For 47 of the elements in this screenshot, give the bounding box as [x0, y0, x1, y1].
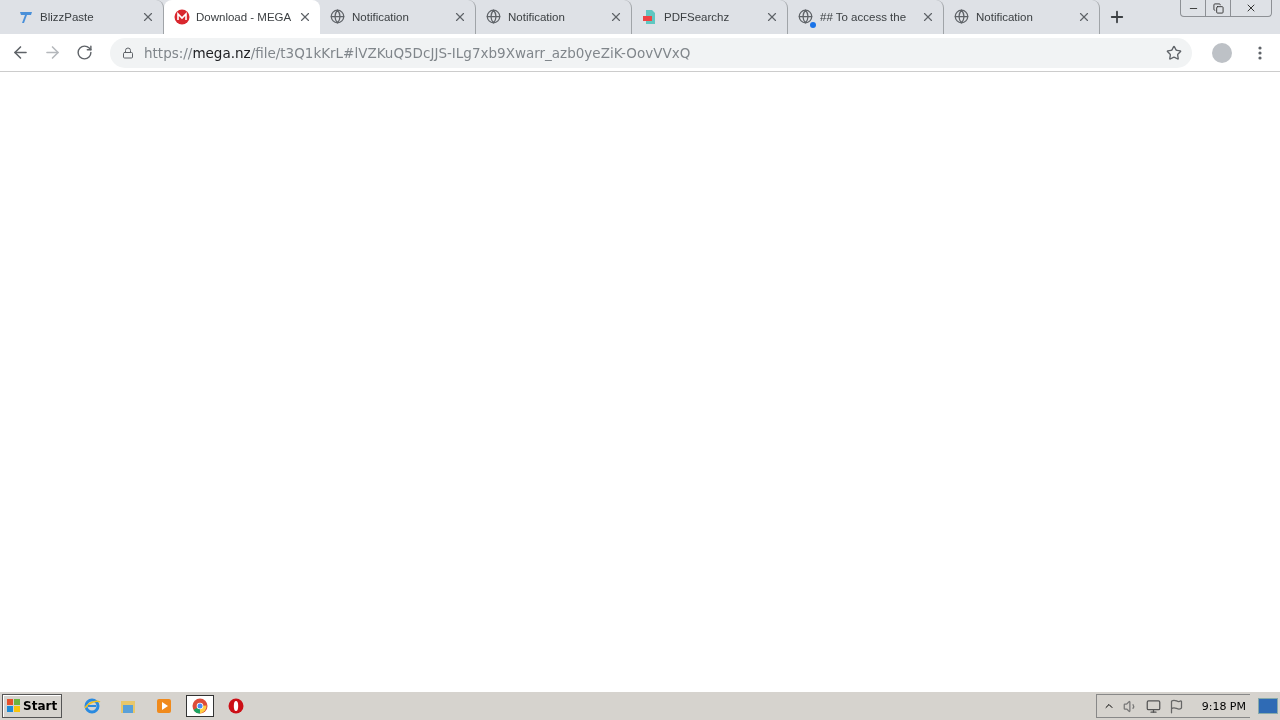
browser-tab[interactable]: Notification	[320, 0, 476, 34]
browser-tab[interactable]: Download - MEGA	[164, 0, 320, 34]
close-icon[interactable]	[453, 10, 467, 24]
tab-title: Notification	[508, 11, 566, 23]
browser-e-icon	[83, 697, 102, 715]
chrome-icon	[192, 698, 209, 714]
globe-icon	[954, 9, 969, 24]
bookmark-star-icon[interactable]	[1166, 44, 1182, 61]
close-icon[interactable]	[298, 10, 312, 24]
url-text: https://mega.nz/file/t3Q1kKrL#lVZKuQ5DcJJS-ILg7xb9Xwarr_azb0yeZiK-OovVVxQ	[144, 44, 692, 61]
pdf-file-icon	[642, 9, 658, 25]
tab-title: Download - MEGA	[196, 11, 292, 23]
tab-title: BlizzPaste	[40, 11, 95, 23]
menu-icon	[1258, 45, 1262, 60]
close-icon[interactable]	[765, 10, 779, 24]
restore-icon	[1212, 2, 1224, 14]
start-button[interactable]: Start	[2, 694, 63, 718]
browser-tab[interactable]: Notification	[476, 0, 632, 34]
browser-tab[interactable]: ## To access the	[788, 0, 944, 34]
tab-title: Notification	[976, 11, 1034, 23]
network-icon[interactable]	[1145, 698, 1161, 714]
close-icon[interactable]	[1077, 10, 1091, 24]
globe-icon	[486, 9, 501, 24]
browser-tab[interactable]: Notification	[944, 0, 1100, 34]
close-icon[interactable]	[141, 10, 155, 24]
globe-icon	[798, 9, 813, 24]
clock-text: 9:18 PM	[1201, 699, 1246, 713]
address-bar[interactable]: https://mega.nz/file/t3Q1kKrL#lVZKuQ5DcJJS-ILg7xb9Xwarr_azb0yeZiK-OovVVxQ	[110, 37, 1192, 68]
reload-icon	[75, 44, 93, 61]
lock-icon	[122, 46, 134, 59]
plus-icon	[1108, 8, 1126, 26]
browser-tab[interactable]: PDFSearchz	[632, 0, 788, 34]
tab-title: ## To access the	[820, 11, 908, 23]
close-icon	[1245, 2, 1257, 14]
close-icon[interactable]	[609, 10, 623, 24]
taskbar-app-button[interactable]	[186, 695, 215, 717]
close-icon[interactable]	[921, 10, 935, 24]
folder-icon	[119, 698, 138, 714]
tab-title: PDFSearchz	[664, 11, 731, 23]
flag-icon[interactable]	[1168, 698, 1184, 714]
blizz-logo-icon	[18, 9, 34, 25]
play-icon	[156, 698, 173, 714]
tab-title: Notification	[352, 11, 410, 23]
opera-icon	[228, 698, 245, 714]
mega-logo-icon	[174, 9, 190, 25]
windows-logo-icon	[7, 699, 21, 713]
globe-icon	[330, 9, 345, 24]
